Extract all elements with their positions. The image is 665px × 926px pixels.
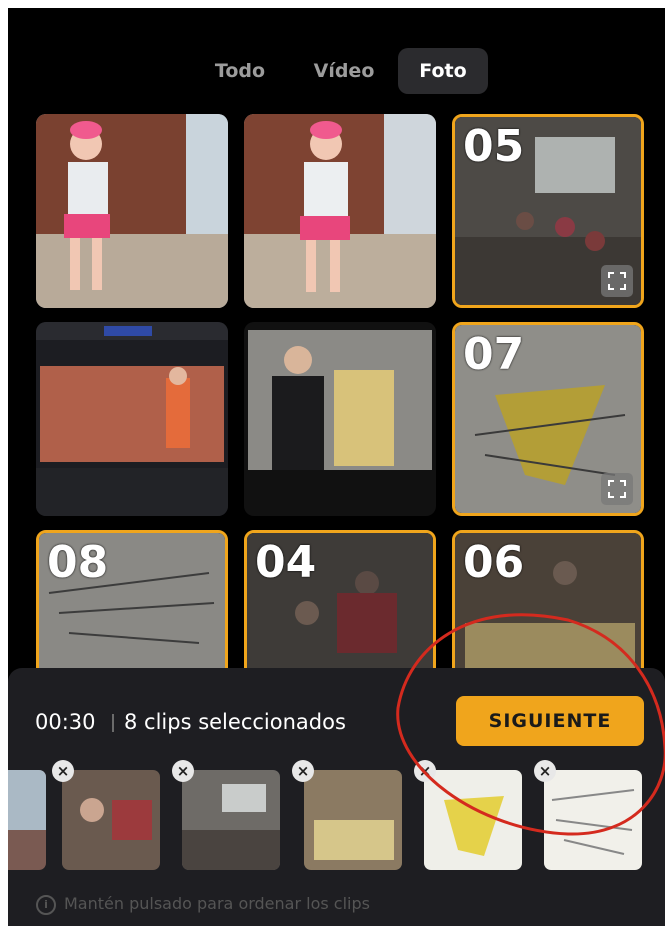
divider xyxy=(112,714,114,732)
info-icon: i xyxy=(36,894,56,915)
selected-clip-thumb-4[interactable] xyxy=(304,770,402,870)
next-button[interactable]: SIGUIENTE xyxy=(456,696,644,746)
selected-clip-thumb-6[interactable] xyxy=(544,770,642,870)
clip-thumbnail xyxy=(544,770,642,870)
close-icon[interactable]: × xyxy=(414,760,436,782)
clip-thumbnail xyxy=(8,770,46,870)
selected-clip-thumb-2[interactable] xyxy=(62,770,160,870)
clip-thumbnail xyxy=(424,770,522,870)
selection-panel: 00:30 8 clips seleccionados SIGUIENTE × … xyxy=(8,668,665,926)
selection-order-number: 07 xyxy=(463,329,525,380)
selected-clip-thumb-5[interactable] xyxy=(424,770,522,870)
selected-clips-count: 8 clips seleccionados xyxy=(124,710,346,734)
clip-thumbnail xyxy=(304,770,402,870)
reorder-hint: i Mantén pulsado para ordenar los clips xyxy=(36,894,370,915)
selection-order-number: 06 xyxy=(463,537,525,588)
selected-clip-thumb-1[interactable] xyxy=(8,770,46,870)
tab-foto[interactable]: Foto xyxy=(398,48,488,94)
photo-thumbnail xyxy=(244,322,436,516)
app-screen: Todo Vídeo Foto 05 07 08 04 06 00:30 8 c… xyxy=(8,8,665,926)
photo-thumbnail xyxy=(244,114,436,308)
clip-thumbnail xyxy=(62,770,160,870)
selection-order-number: 08 xyxy=(47,537,109,588)
expand-icon[interactable] xyxy=(601,473,633,505)
media-tile-selected-05[interactable]: 05 xyxy=(452,114,644,308)
clip-thumbnail xyxy=(182,770,280,870)
media-tile-child-photo-1[interactable] xyxy=(36,114,228,308)
close-icon[interactable]: × xyxy=(292,760,314,782)
tab-todo[interactable]: Todo xyxy=(204,48,276,94)
photo-thumbnail xyxy=(36,114,228,308)
media-filter-tabs: Todo Vídeo Foto xyxy=(8,48,665,94)
media-tile-child-photo-2[interactable] xyxy=(244,114,436,308)
total-duration: 00:30 xyxy=(35,710,96,734)
selection-order-number: 04 xyxy=(255,537,317,588)
close-icon[interactable]: × xyxy=(52,760,74,782)
expand-icon[interactable] xyxy=(601,265,633,297)
selected-clip-thumb-3[interactable] xyxy=(182,770,280,870)
selection-order-number: 05 xyxy=(463,121,525,172)
close-icon[interactable]: × xyxy=(172,760,194,782)
media-tile-selected-07[interactable]: 07 xyxy=(452,322,644,516)
reorder-hint-text: Mantén pulsado para ordenar los clips xyxy=(64,894,370,913)
photo-thumbnail xyxy=(36,322,228,516)
media-tile-woman-video-still[interactable] xyxy=(244,322,436,516)
tab-video[interactable]: Vídeo xyxy=(306,48,382,94)
media-tile-editor-screenshot[interactable] xyxy=(36,322,228,516)
close-icon[interactable]: × xyxy=(534,760,556,782)
